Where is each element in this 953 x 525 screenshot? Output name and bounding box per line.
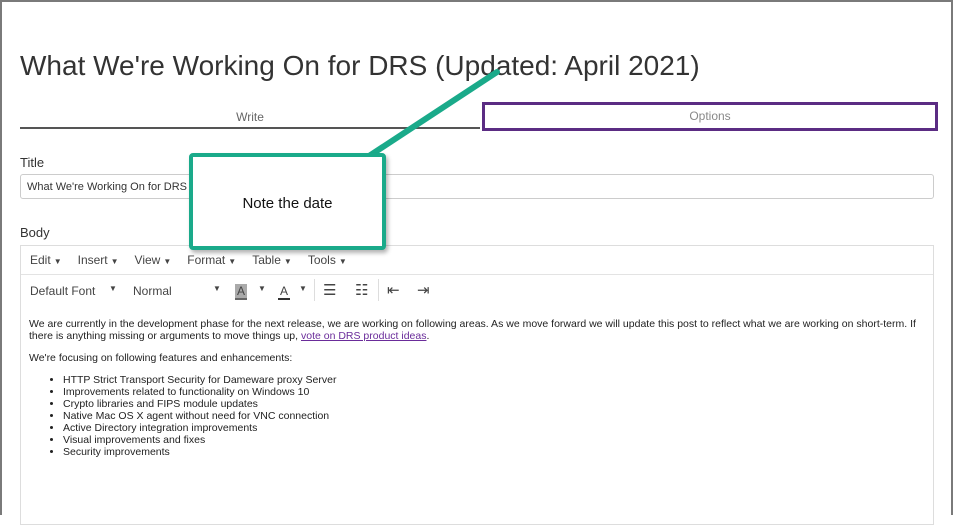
pointer-line <box>363 69 500 161</box>
annotation-callout: Note the date <box>189 153 386 250</box>
callout-pointer <box>363 69 500 161</box>
